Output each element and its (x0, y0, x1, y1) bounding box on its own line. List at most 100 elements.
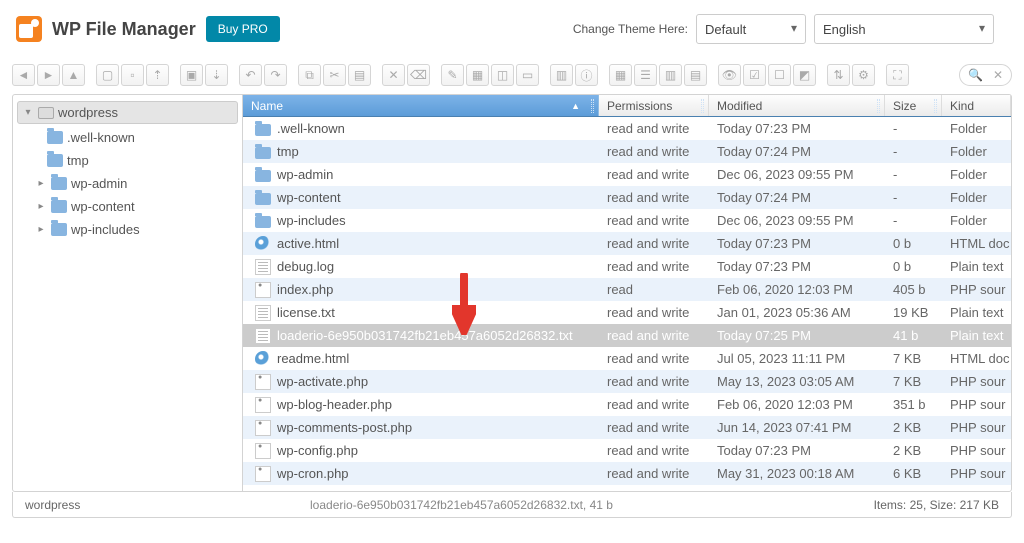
folder-icon (51, 177, 67, 190)
icon-view-button[interactable]: ▦ (609, 64, 632, 86)
archive-button[interactable]: ▭ (516, 64, 539, 86)
list-view-button[interactable]: ☰ (634, 64, 657, 86)
sidebar-item-tmp[interactable]: tmp (13, 149, 242, 172)
file-size: 2 KB (885, 443, 942, 458)
delete-button[interactable]: ✕ (382, 64, 405, 86)
back-button[interactable]: ◄ (12, 64, 35, 86)
expand-icon[interactable]: ▸ (35, 224, 47, 235)
table-row[interactable]: license.txtread and writeJan 01, 2023 05… (243, 301, 1011, 324)
table-row[interactable]: .well-knownread and writeToday 07:23 PM-… (243, 117, 1011, 140)
file-size: 0 b (885, 236, 942, 251)
table-row[interactable]: wp-config.phpread and writeToday 07:23 P… (243, 439, 1011, 462)
folder-icon (47, 154, 63, 167)
preview-button[interactable]: 👁 (718, 64, 741, 86)
sidebar-item-wp-admin[interactable]: ▸wp-admin (13, 172, 242, 195)
table-row[interactable]: readme.htmlread and writeJul 05, 2023 11… (243, 347, 1011, 370)
file-size: - (885, 144, 942, 159)
column-name[interactable]: Name▲ (243, 95, 599, 116)
file-permissions: read and write (599, 259, 709, 274)
file-modified: Today 07:23 PM (709, 236, 885, 251)
fullscreen-button[interactable]: ⛶ (886, 64, 909, 86)
collapse-icon[interactable]: ▾ (22, 107, 34, 118)
theme-select[interactable]: Default (696, 14, 806, 44)
file-permissions: read and write (599, 121, 709, 136)
sidebar-item-wp-content[interactable]: ▸ wp-content (13, 195, 242, 218)
extract-button[interactable]: ▥ (550, 64, 573, 86)
undo-button[interactable]: ↶ (239, 64, 262, 86)
table-row[interactable]: debug.logread and writeToday 07:23 PM0 b… (243, 255, 1011, 278)
copy-button[interactable]: ⧉ (298, 64, 321, 86)
file-kind: PHP sour (942, 443, 1011, 458)
file-size: 7 KB (885, 351, 942, 366)
file-size: 19 KB (885, 305, 942, 320)
table-row[interactable]: wp-blog-header.phpread and writeFeb 06, … (243, 393, 1011, 416)
close-icon[interactable]: ✕ (993, 68, 1003, 82)
file-name: wp-activate.php (277, 374, 368, 389)
language-select[interactable]: English (814, 14, 994, 44)
new-folder-button[interactable]: ▢ (96, 64, 119, 86)
table-row[interactable]: wp-cron.phpread and writeMay 31, 2023 00… (243, 462, 1011, 485)
status-bar: wordpress loaderio-6e950b031742fb21eb457… (12, 492, 1012, 518)
file-size: 6 KB (885, 466, 942, 481)
file-modified: Jan 01, 2023 05:36 AM (709, 305, 885, 320)
table-row[interactable]: wp-includesread and writeDec 06, 2023 09… (243, 209, 1011, 232)
column-modified[interactable]: Modified (709, 95, 885, 116)
sort-button[interactable]: ⇅ (827, 64, 850, 86)
buy-pro-button[interactable]: Buy PRO (206, 16, 280, 42)
empty-button[interactable]: ⌫ (407, 64, 430, 86)
tree-item-label: wp-content (71, 199, 135, 214)
select-none-button[interactable]: ☐ (768, 64, 791, 86)
table-row[interactable]: loaderio-6e950b031742fb21eb457a6052d2683… (243, 324, 1011, 347)
search-input[interactable]: 🔍 ✕ (959, 64, 1012, 86)
tree-root[interactable]: ▾ wordpress (17, 101, 238, 124)
redo-button[interactable]: ↷ (264, 64, 287, 86)
file-name: loaderio-6e950b031742fb21eb457a6052d2683… (277, 328, 573, 343)
column-view-button[interactable]: ▥ (659, 64, 682, 86)
php-icon (255, 397, 271, 413)
file-size: 7 KB (885, 374, 942, 389)
table-row[interactable]: wp-contentread and writeToday 07:24 PM-F… (243, 186, 1011, 209)
sidebar-item-wp-includes[interactable]: ▸wp-includes (13, 218, 242, 241)
upload-button[interactable]: ⇡ (146, 64, 169, 86)
rename-button[interactable]: ✎ (441, 64, 464, 86)
settings-button[interactable]: ⚙ (852, 64, 875, 86)
file-size: - (885, 213, 942, 228)
up-button[interactable]: ▲ (62, 64, 85, 86)
file-modified: Dec 06, 2023 09:55 PM (709, 167, 885, 182)
table-row[interactable]: wp-adminread and writeDec 06, 2023 09:55… (243, 163, 1011, 186)
file-name: readme.html (277, 351, 349, 366)
tree-item-label: .well-known (67, 130, 135, 145)
paste-button[interactable]: ▤ (348, 64, 371, 86)
column-permissions[interactable]: Permissions (599, 95, 709, 116)
column-size[interactable]: Size (885, 95, 942, 116)
tree-item-label: tmp (67, 153, 89, 168)
table-row[interactable]: index.phpreadFeb 06, 2020 12:03 PM405 bP… (243, 278, 1011, 301)
table-row[interactable]: tmpread and writeToday 07:24 PM-Folder (243, 140, 1011, 163)
table-row[interactable]: active.htmlread and writeToday 07:23 PM0… (243, 232, 1011, 255)
places-view-button[interactable]: ▤ (684, 64, 707, 86)
table-row[interactable]: wp-comments-post.phpread and writeJun 14… (243, 416, 1011, 439)
sidebar-item-.well-known[interactable]: .well-known (13, 126, 242, 149)
file-permissions: read and write (599, 305, 709, 320)
edit-button[interactable]: ▦ (466, 64, 489, 86)
expand-icon[interactable]: ▸ (35, 201, 47, 212)
info-button[interactable]: ⓘ (575, 64, 598, 86)
new-file-button[interactable]: ▫ (121, 64, 144, 86)
file-name: wp-includes (277, 213, 346, 228)
file-kind: PHP sour (942, 466, 1011, 481)
table-row[interactable]: wp-activate.phpread and writeMay 13, 202… (243, 370, 1011, 393)
resize-button[interactable]: ◫ (491, 64, 514, 86)
app-title: WP File Manager (52, 19, 196, 40)
folder-tree: ▾ wordpress .well-knowntmp▸wp-admin▸wp-c… (13, 95, 243, 491)
open-button[interactable]: ▣ (180, 64, 203, 86)
file-name: wp-cron.php (277, 466, 349, 481)
select-all-button[interactable]: ☑ (743, 64, 766, 86)
expand-icon[interactable]: ▸ (35, 178, 47, 189)
file-name: wp-config.php (277, 443, 358, 458)
cut-button[interactable]: ✂ (323, 64, 346, 86)
file-kind: Folder (942, 167, 1011, 182)
forward-button[interactable]: ► (37, 64, 60, 86)
column-kind[interactable]: Kind (942, 95, 1011, 116)
download-button[interactable]: ⇣ (205, 64, 228, 86)
invert-selection-button[interactable]: ◩ (793, 64, 816, 86)
